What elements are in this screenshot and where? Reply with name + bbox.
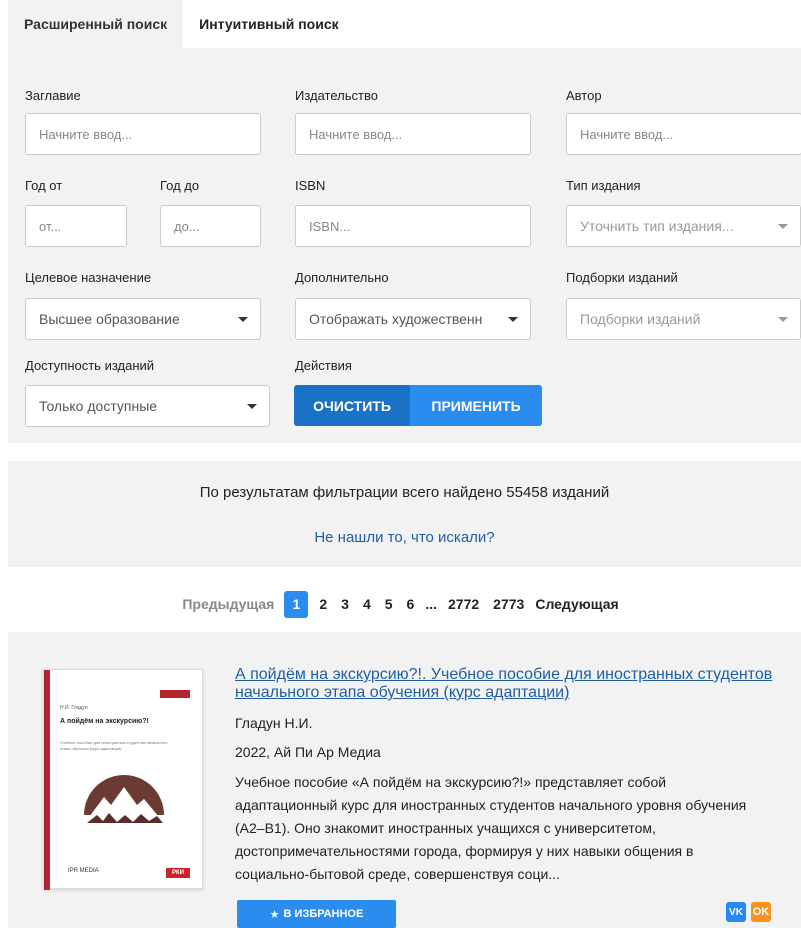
collections-select[interactable]: Подборки изданий	[566, 298, 801, 340]
filters-panel: Заглавие Начните ввод... Издательство На…	[8, 48, 801, 443]
pagination-page[interactable]: 4	[356, 596, 378, 612]
cover-badge: РКИ	[166, 868, 190, 878]
extra-value: Отображать художественн	[309, 311, 483, 327]
pagination-ellipsis: ...	[425, 596, 438, 612]
pagination-prev[interactable]: Предыдущая	[182, 596, 274, 612]
star-icon: ★	[269, 908, 280, 921]
mountain-illustration	[84, 775, 164, 823]
actions-label: Действия	[295, 358, 352, 373]
collections-value: Подборки изданий	[580, 311, 701, 327]
author-input[interactable]: Начните ввод...	[566, 113, 801, 155]
chevron-down-icon	[508, 317, 518, 322]
isbn-label: ISBN	[295, 178, 326, 193]
pagination-next[interactable]: Следующая	[535, 596, 618, 612]
tab-advanced-search[interactable]: Расширенный поиск	[8, 0, 184, 48]
search-tabs: Расширенный поиск Интуитивный поиск	[8, 0, 801, 48]
availability-label: Доступность изданий	[25, 358, 155, 373]
pagination-page[interactable]: 5	[378, 596, 400, 612]
chevron-down-icon	[778, 224, 788, 229]
ok-share-icon[interactable]: OK	[751, 902, 771, 922]
cover-author: Н.И. Гладун	[60, 705, 88, 711]
book-cover[interactable]: Н.И. Гладун А пойдём на экскурсию?! Учеб…	[43, 669, 203, 890]
purpose-select[interactable]: Высшее образование	[25, 298, 261, 340]
publisher-label: Издательство	[295, 88, 378, 103]
results-count: По результатам фильтрации всего найдено …	[199, 484, 610, 501]
purpose-label: Целевое назначение	[25, 270, 152, 285]
book-title-link[interactable]: А пойдём на экскурсию?!. Учебное пособие…	[235, 666, 775, 702]
book-card: Н.И. Гладун А пойдём на экскурсию?! Учеб…	[8, 632, 801, 928]
year-to-input[interactable]: до...	[160, 205, 261, 247]
cover-subtitle: Учебное пособие для иностранных студенто…	[60, 740, 168, 751]
vk-share-icon[interactable]: VK	[726, 902, 746, 922]
pagination-page[interactable]: 3	[334, 596, 356, 612]
extra-select[interactable]: Отображать художественн	[295, 298, 531, 340]
title-label: Заглавие	[25, 88, 81, 103]
cover-publisher-logo: IPR MEDIA	[68, 868, 99, 874]
pagination-page[interactable]: 2772	[441, 596, 486, 612]
pagination-page[interactable]: 2	[312, 596, 334, 612]
clear-button[interactable]: ОЧИСТИТЬ	[294, 385, 410, 426]
availability-select[interactable]: Только доступные	[25, 385, 270, 427]
year-to-label: Год до	[160, 178, 200, 193]
year-from-label: Год от	[25, 178, 63, 193]
tab-intuitive-search[interactable]: Интуитивный поиск	[183, 0, 355, 48]
chevron-down-icon	[238, 317, 248, 322]
results-summary: По результатам фильтрации всего найдено …	[8, 461, 801, 567]
book-author: Гладун Н.И.	[235, 715, 313, 731]
pagination: Предыдущая 1 2 3 4 5 6 ... 2772 2773 Сле…	[0, 589, 801, 619]
add-to-favorites-button[interactable]: ★ В ИЗБРАННОЕ	[237, 900, 396, 928]
year-from-input[interactable]: от...	[25, 205, 127, 247]
apply-button[interactable]: ПРИМЕНИТЬ	[410, 385, 542, 426]
book-description: Учебное пособие «А пойдём на экскурсию?!…	[235, 774, 747, 882]
action-buttons: ОЧИСТИТЬ ПРИМЕНИТЬ	[294, 385, 542, 426]
extra-label: Дополнительно	[295, 270, 389, 285]
pagination-page[interactable]: 2773	[486, 596, 531, 612]
pagination-page[interactable]: 6	[400, 596, 422, 612]
cover-title: А пойдём на экскурсию?!	[60, 718, 149, 725]
cover-tag	[160, 690, 190, 698]
not-found-link[interactable]: Не нашли то, что искали?	[8, 529, 801, 546]
favorites-label: В ИЗБРАННОЕ	[283, 908, 364, 920]
publisher-input[interactable]: Начните ввод...	[295, 113, 531, 155]
collections-label: Подборки изданий	[566, 270, 678, 285]
edition-type-select[interactable]: Уточнить тип издания...	[566, 205, 801, 247]
pagination-page-current[interactable]: 1	[284, 590, 309, 618]
author-label: Автор	[566, 88, 602, 103]
cover-spine	[44, 670, 50, 890]
availability-value: Только доступные	[39, 398, 158, 414]
book-year-publisher: 2022, Ай Пи Ар Медиа	[235, 744, 381, 760]
edition-type-label: Тип издания	[566, 178, 641, 193]
isbn-input[interactable]: ISBN...	[295, 205, 531, 247]
chevron-down-icon	[778, 317, 788, 322]
purpose-value: Высшее образование	[39, 311, 180, 327]
title-input[interactable]: Начните ввод...	[25, 113, 261, 155]
chevron-down-icon	[247, 404, 257, 409]
edition-type-value: Уточнить тип издания...	[580, 218, 734, 234]
